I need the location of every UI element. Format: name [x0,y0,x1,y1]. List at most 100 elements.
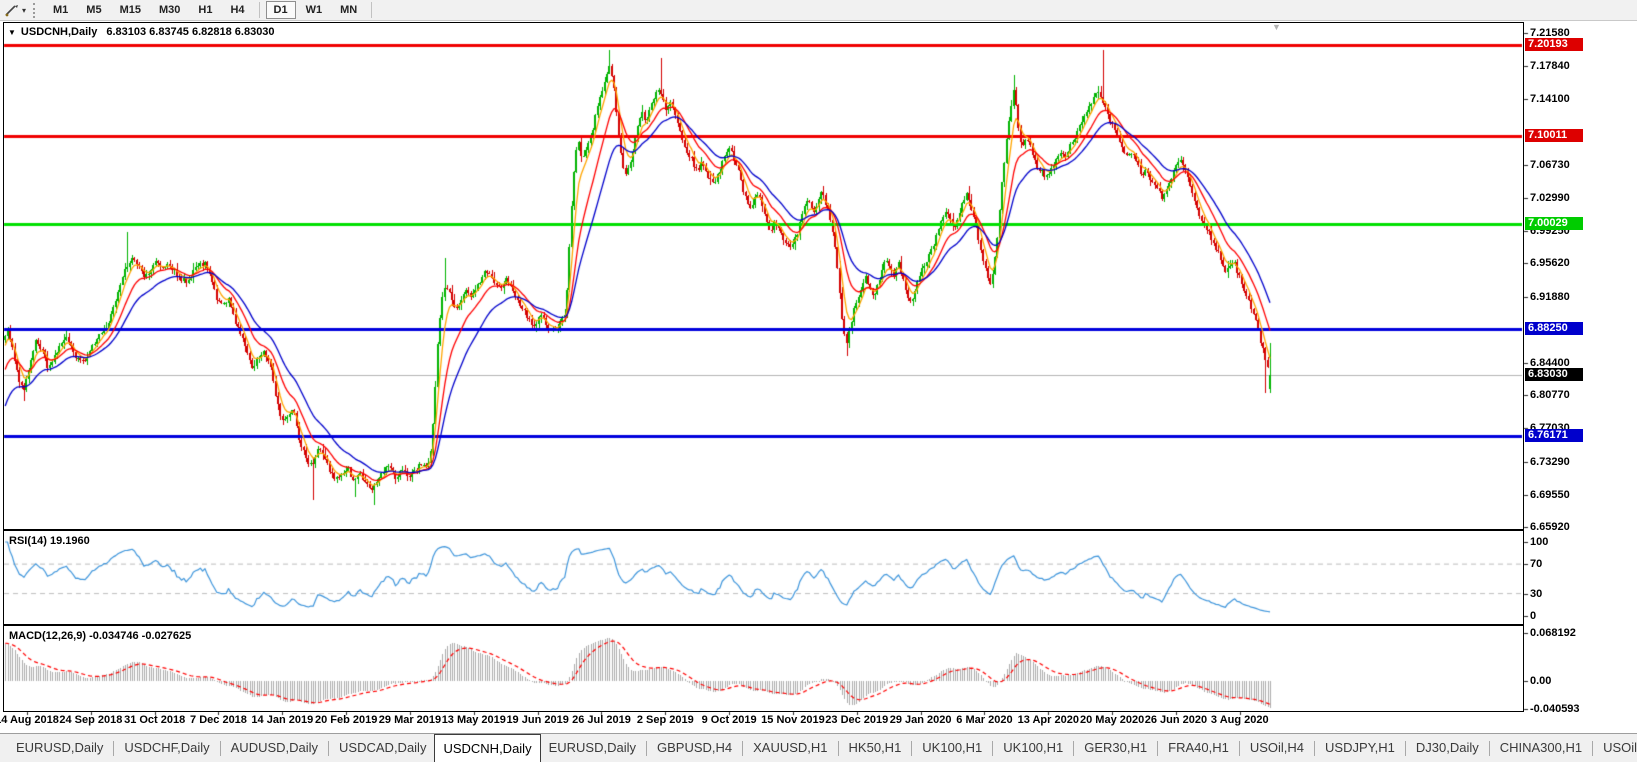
tab-divider [1157,741,1158,756]
timeframe-button-m30[interactable]: M30 [151,1,188,19]
price-level-badge[interactable]: 7.00029 [1525,217,1583,230]
toolbar-separator [371,2,372,18]
rsi-panel[interactable] [3,530,1524,625]
chart-tab-dj30-daily[interactable]: DJ30,Daily [1408,734,1487,762]
rsi-tick-label: 0 [1530,609,1536,623]
macd-tick-label: 0.068192 [1530,626,1576,640]
symbol-dropdown-caret-icon[interactable]: ▼ [8,28,16,37]
tab-divider [1405,741,1406,756]
date-tick-label: 31 Oct 2018 [124,714,185,726]
chart-tab-usoil-h4[interactable]: USOil,H4 [1242,734,1312,762]
date-tick-label: 13 May 2019 [442,714,506,726]
chart-tab-china300-h1[interactable]: CHINA300,H1 [1492,734,1590,762]
date-tick-label: 24 Sep 2018 [59,714,122,726]
price-tick-label: 6.73290 [1530,455,1570,469]
date-tick-label: 7 Dec 2018 [190,714,247,726]
chart-tab-fra40-h1[interactable]: FRA40,H1 [1160,734,1237,762]
chart-title: ▼ USDCNH,Daily 6.83103 6.83745 6.82818 6.8… [8,26,275,38]
tab-divider [1592,741,1593,756]
tab-divider [911,741,912,756]
symbol-timeframe-label: USDCNH,Daily [21,26,97,38]
rsi-tick-label: 100 [1530,535,1548,549]
price-level-badge[interactable]: 6.76171 [1525,429,1583,442]
crosshair-draw-tool-icon[interactable] [4,3,20,18]
tab-divider [742,741,743,756]
price-level-badge[interactable]: 6.83030 [1525,368,1583,381]
timeframe-button-mn[interactable]: MN [332,1,365,19]
chart-tab-usdjpy-h1[interactable]: USDJPY,H1 [1317,734,1403,762]
date-tick-label: 3 Aug 2020 [1211,714,1269,726]
date-tick-label: 23 Dec 2019 [825,714,888,726]
ohlc-values: 6.83103 6.83745 6.82818 6.83030 [106,26,274,38]
price-tick-label: 7.14100 [1530,92,1570,106]
macd-indicator-label: MACD(12,26,9) -0.034746 -0.027625 [9,630,191,642]
chart-tab-eurusd-daily[interactable]: EURUSD,Daily [8,734,111,762]
chart-tab-eurusd-daily[interactable]: EURUSD,Daily [541,734,644,762]
timeframe-button-m1[interactable]: M1 [45,1,76,19]
chart-tab-uk100-h1[interactable]: UK100,H1 [995,734,1071,762]
tab-divider [1239,741,1240,756]
date-tick-label: 6 Mar 2020 [956,714,1012,726]
chart-tab-usdchf-daily[interactable]: USDCHF,Daily [116,734,217,762]
rsi-indicator-label: RSI(14) 19.1960 [9,535,90,547]
timeframe-button-h1[interactable]: H1 [190,1,220,19]
chart-tab-xauusd-h1[interactable]: XAUUSD,H1 [745,734,835,762]
price-level-badge[interactable]: 7.20193 [1525,38,1583,51]
macd-panel[interactable] [3,625,1524,712]
date-tick-label: 19 Jun 2019 [506,714,568,726]
chart-tab-usdcad-daily[interactable]: USDCAD,Daily [331,734,434,762]
timeframe-button-m5[interactable]: M5 [78,1,109,19]
price-panel[interactable] [3,22,1524,530]
price-tick-label: 7.06730 [1530,158,1570,172]
macd-tick-label: -0.040593 [1530,702,1580,716]
date-tick-label: 14 Jan 2019 [251,714,313,726]
toolbar-grip-handle[interactable] [33,3,37,18]
date-tick-label: 14 Aug 2018 [0,714,59,726]
price-tick-label: 7.02990 [1530,191,1570,205]
price-tick-label: 7.17840 [1530,59,1570,73]
chart-tab-hk50-h1[interactable]: HK50,H1 [841,734,910,762]
chart-tab-usdcnh-daily[interactable]: USDCNH,Daily [434,734,540,762]
chart-tab-ger30-h1[interactable]: GER30,H1 [1076,734,1155,762]
chart-tab-bar: EURUSD,DailyUSDCHF,DailyAUDUSD,DailyUSDC… [0,733,1637,762]
tab-divider [113,741,114,756]
date-tick-label: 9 Oct 2019 [702,714,757,726]
price-tick-label: 6.95620 [1530,256,1570,270]
timeframe-buttons: M1M5M15M30H1H4 D1W1MN [44,0,377,21]
tab-divider [1073,741,1074,756]
price-tick-label: 6.91880 [1530,290,1570,304]
date-tick-label: 29 Mar 2019 [379,714,441,726]
tab-divider [328,741,329,756]
date-tick-label: 13 Apr 2020 [1018,714,1079,726]
tab-divider [992,741,993,756]
timeframe-button-h4[interactable]: H4 [222,1,252,19]
timeframe-button-m15[interactable]: M15 [112,1,149,19]
tool-dropdown-caret-icon[interactable]: ▾ [22,6,26,15]
date-tick-label: 20 May 2020 [1080,714,1144,726]
rsi-tick-label: 70 [1530,557,1542,571]
date-tick-label: 26 Jun 2020 [1145,714,1207,726]
date-tick-label: 2 Sep 2019 [637,714,694,726]
date-tick-label: 26 Jul 2019 [572,714,631,726]
date-tick-label: 20 Feb 2019 [315,714,377,726]
toolbar-separator [259,2,260,18]
date-tick-label: 29 Jan 2020 [890,714,952,726]
chart-tab-usoil-h1[interactable]: USOil,H1 [1595,734,1637,762]
toolbar: ▾ M1M5M15M30H1H4 D1W1MN [0,0,1637,21]
price-tick-label: 6.69550 [1530,488,1570,502]
chart-shift-marker-icon[interactable]: ▼ [1272,22,1281,32]
chart-tab-gbpusd-h4[interactable]: GBPUSD,H4 [649,734,740,762]
tab-divider [1314,741,1315,756]
timeframe-button-w1[interactable]: W1 [298,1,331,19]
chart-tab-uk100-h1[interactable]: UK100,H1 [914,734,990,762]
tab-divider [646,741,647,756]
tab-divider [838,741,839,756]
price-level-badge[interactable]: 6.88250 [1525,322,1583,335]
date-tick-label: 15 Nov 2019 [761,714,825,726]
macd-tick-label: 0.00 [1530,674,1551,688]
timeframe-button-d1[interactable]: D1 [266,1,296,19]
price-level-badge[interactable]: 7.10011 [1525,129,1583,142]
chart-tab-audusd-daily[interactable]: AUDUSD,Daily [223,734,326,762]
mt4-chart-window: ▾ M1M5M15M30H1H4 D1W1MN ▼ USDCNH,Daily 6.83… [0,0,1637,762]
tab-divider [220,741,221,756]
